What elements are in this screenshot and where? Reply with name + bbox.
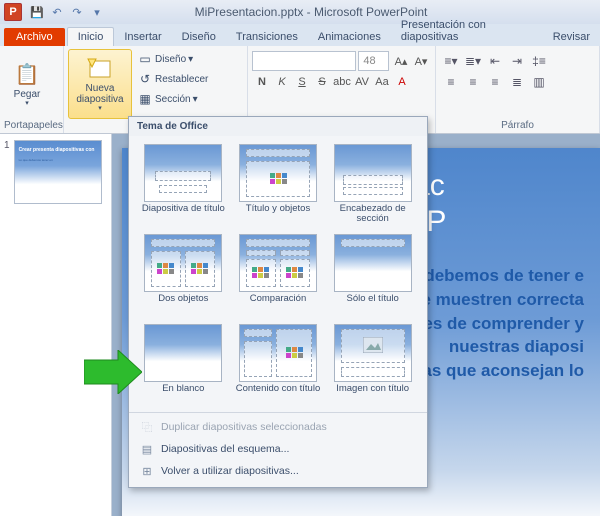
layout-blank[interactable]: En blanco [139, 322, 228, 408]
layout-title-content[interactable]: Título y objetos [234, 142, 323, 228]
tab-revisar[interactable]: Revisar [543, 28, 600, 46]
layout-icon: ▭ [137, 51, 153, 67]
reset-button[interactable]: ↺Restablecer [134, 69, 211, 89]
reset-icon: ↺ [137, 71, 153, 87]
tab-diseno[interactable]: Diseño [172, 28, 226, 46]
line-spacing-button[interactable]: ‡≡ [528, 51, 550, 71]
layout-button[interactable]: ▭Diseño ▾ [134, 49, 211, 69]
layout-picture-caption[interactable]: Imagen con título [328, 322, 417, 408]
slide-thumbnails-panel: 1 Crear presenta diapositivas con Lo que… [0, 134, 112, 516]
font-size-combo[interactable]: 48 [358, 51, 389, 71]
app-icon: P [4, 3, 22, 21]
tab-inicio[interactable]: Inicio [67, 27, 115, 46]
italic-button[interactable]: K [272, 72, 292, 92]
justify-button[interactable]: ≣ [506, 72, 528, 92]
reuse-slides-item[interactable]: ⊞Volver a utilizar diapositivas... [129, 460, 427, 482]
case-button[interactable]: Aa [372, 72, 392, 92]
layout-title-slide[interactable]: Diapositiva de título [139, 142, 228, 228]
strike-button[interactable]: S [312, 72, 332, 92]
annotation-arrow [84, 350, 142, 397]
shadow-button[interactable]: abc [332, 72, 352, 92]
layout-title-only[interactable]: Sólo el título [328, 232, 417, 318]
outline-slides-item[interactable]: ▤Diapositivas del esquema... [129, 438, 427, 460]
align-center-button[interactable]: ≡ [462, 72, 484, 92]
duplicate-slides-item: ⿻Duplicar diapositivas seleccionadas [129, 416, 427, 438]
quick-access-toolbar: 💾 ↶ ↷ ▾ [28, 3, 106, 21]
tab-presentacion[interactable]: Presentación con diapositivas [391, 16, 543, 46]
spacing-button[interactable]: AV [352, 72, 372, 92]
thumb-number: 1 [4, 140, 10, 204]
outline-icon: ▤ [139, 441, 155, 457]
group-paragraph-label: Párrafo [440, 119, 595, 132]
bullets-button[interactable]: ≡▾ [440, 51, 462, 71]
new-slide-icon [86, 55, 114, 83]
align-left-button[interactable]: ≡ [440, 72, 462, 92]
font-color-button[interactable]: A [392, 72, 412, 92]
save-icon[interactable]: 💾 [28, 3, 46, 21]
ribbon-tabs: Archivo Inicio Insertar Diseño Transicio… [0, 24, 600, 46]
font-family-combo[interactable] [252, 51, 356, 71]
new-slide-button[interactable]: Nueva diapositiva ▾ [68, 49, 132, 119]
section-button[interactable]: ▦Sección ▾ [134, 89, 211, 109]
file-tab[interactable]: Archivo [4, 28, 65, 46]
shrink-font-icon[interactable]: A▾ [411, 51, 431, 71]
paste-button[interactable]: 📋 Pegar ▾ [4, 49, 50, 119]
undo-icon[interactable]: ↶ [48, 3, 66, 21]
slide-thumbnail[interactable]: Crear presenta diapositivas con Lo que d… [14, 140, 102, 204]
indent-inc-button[interactable]: ⇥ [506, 51, 528, 71]
bold-button[interactable]: N [252, 72, 272, 92]
clipboard-icon: 📋 [13, 61, 41, 89]
group-clipboard-label: Portapapeles [4, 119, 59, 132]
reuse-icon: ⊞ [139, 463, 155, 479]
qat-menu-icon[interactable]: ▾ [88, 3, 106, 21]
align-right-button[interactable]: ≡ [484, 72, 506, 92]
gallery-header: Tema de Office [129, 117, 427, 136]
grow-font-icon[interactable]: A▴ [391, 51, 411, 71]
redo-icon[interactable]: ↷ [68, 3, 86, 21]
layout-comparison[interactable]: Comparación [234, 232, 323, 318]
layout-gallery: Tema de Office Diapositiva de título Tít… [128, 116, 428, 488]
duplicate-icon: ⿻ [139, 419, 155, 435]
indent-dec-button[interactable]: ⇤ [484, 51, 506, 71]
numbering-button[interactable]: ≣▾ [462, 51, 484, 71]
tab-animaciones[interactable]: Animaciones [308, 28, 391, 46]
underline-button[interactable]: S [292, 72, 312, 92]
layout-section-header[interactable]: Encabezado de sección [328, 142, 417, 228]
tab-insertar[interactable]: Insertar [114, 28, 171, 46]
layout-two-content[interactable]: Dos objetos [139, 232, 228, 318]
layout-content-caption[interactable]: Contenido con título [234, 322, 323, 408]
tab-transiciones[interactable]: Transiciones [226, 28, 308, 46]
columns-button[interactable]: ▥ [528, 72, 550, 92]
section-icon: ▦ [137, 91, 153, 107]
